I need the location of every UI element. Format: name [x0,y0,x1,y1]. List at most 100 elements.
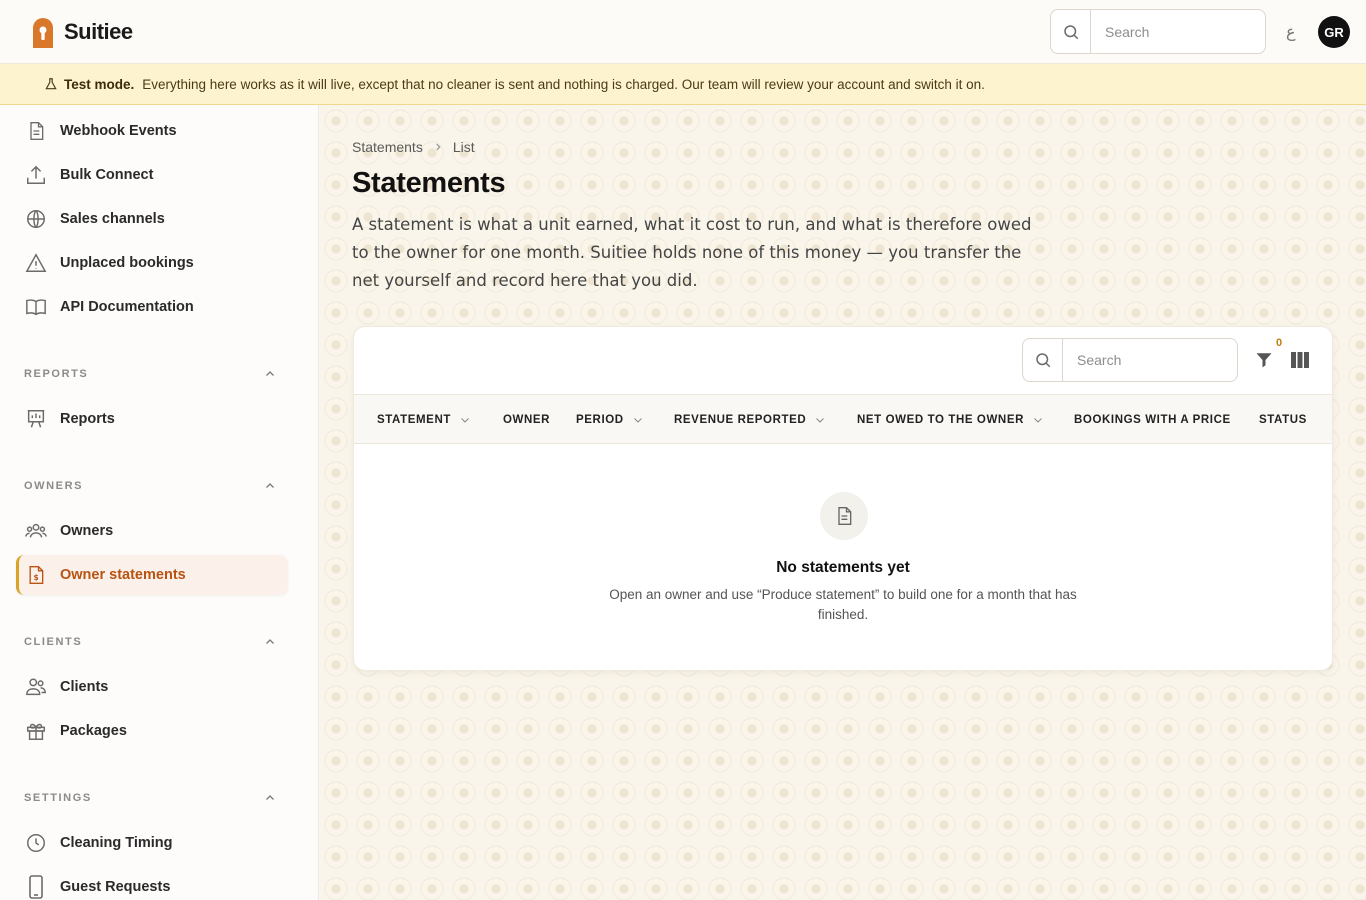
sidebar-item-clients[interactable]: Clients [16,667,288,707]
section-title: OWNERS [24,480,84,492]
filter-button[interactable] [1253,349,1275,371]
gift-icon [24,719,48,743]
table-search-input[interactable] [1063,352,1223,368]
section-header-clients[interactable]: CLIENTS [24,636,276,648]
language-toggle[interactable]: ع [1286,22,1296,42]
sidebar-item-owners[interactable]: Owners [16,511,288,551]
chevron-up-icon[interactable] [264,792,276,804]
search-icon[interactable] [1023,339,1063,381]
banner-label: Test mode. [64,76,135,92]
flask-icon [45,78,57,90]
upload-icon [24,163,48,187]
column-header-period[interactable]: PERIOD [576,395,644,445]
chevron-up-icon[interactable] [264,368,276,380]
sidebar-item-label: API Documentation [60,299,194,315]
sidebar-item-unplaced-bookings[interactable]: Unplaced bookings [16,243,288,283]
sidebar-item-label: Cleaning Timing [60,835,173,851]
sidebar-item-label: Guest Requests [60,879,171,895]
globe-icon [24,207,48,231]
sidebar-item-webhook-events[interactable]: Webhook Events [16,111,288,151]
user-avatar[interactable]: GR [1318,16,1350,48]
section-header-reports[interactable]: REPORTS [24,368,276,380]
warning-icon [24,251,48,275]
document-icon [24,119,48,143]
section-title: SETTINGS [24,792,92,804]
sidebar-item-label: Clients [60,679,109,695]
page-title: Statements [352,167,506,199]
column-header-statement[interactable]: STATEMENT [377,395,471,445]
table-header: STATEMENT OWNER PERIOD REVENUE REPORTED … [354,394,1332,444]
banner-text: Everything here works as it will live, e… [142,76,985,92]
svg-text:$: $ [34,573,39,582]
sidebar-item-reports[interactable]: Reports [16,399,288,439]
sidebar-item-label: Unplaced bookings [60,255,194,271]
table-search[interactable] [1022,338,1238,382]
page-description: A statement is what a unit earned, what … [352,215,1032,290]
section-title: REPORTS [24,368,89,380]
columns-toggle-button[interactable] [1289,349,1311,371]
sidebar-item-label: Owner statements [60,567,186,583]
phone-icon [24,875,48,899]
users-icon [24,519,48,543]
sidebar-item-label: Sales channels [60,211,165,227]
chevron-right-icon [436,143,441,151]
dollar-document-icon: $ [24,563,48,587]
breadcrumb-link-statements[interactable]: Statements [352,139,423,155]
sidebar-item-label: Reports [60,411,115,427]
empty-state-document-icon [820,492,868,540]
breadcrumb: Statements List [352,139,475,155]
column-label: BOOKINGS WITH A PRICE [1074,414,1231,426]
sidebar-item-owner-statements[interactable]: $ Owner statements [16,555,288,595]
global-search[interactable] [1050,9,1266,54]
sidebar-item-sales-channels[interactable]: Sales channels [16,199,288,239]
user-group-icon [24,675,48,699]
column-header-owner[interactable]: OWNER [503,395,550,445]
sidebar-item-label: Bulk Connect [60,167,154,183]
sidebar-item-label: Webhook Events [60,123,177,139]
section-title: CLIENTS [24,636,83,648]
brand-name: Suitiee [64,19,133,44]
filter-icon[interactable] [1255,351,1273,369]
sidebar-item-bulk-connect[interactable]: Bulk Connect [16,155,288,195]
sidebar-item-cleaning-timing[interactable]: Cleaning Timing [16,823,288,863]
column-header-net-owed[interactable]: NET OWED TO THE OWNER [857,395,1044,445]
column-header-status[interactable]: STATUS [1259,395,1307,445]
keyhole-logo-icon [33,18,53,48]
column-label: OWNER [503,414,551,426]
brand-logo[interactable]: Suitiee [30,16,133,48]
column-label: STATEMENT [377,414,451,426]
filter-count-badge: 0 [1276,337,1283,349]
column-label: PERIOD [576,414,624,426]
column-label: REVENUE REPORTED [674,414,807,426]
column-label: NET OWED TO THE OWNER [857,414,1024,426]
column-label: STATUS [1259,414,1307,426]
main-content: Statements List Statements A statement i… [320,105,1366,900]
columns-icon[interactable] [1291,352,1309,368]
chevron-down-icon[interactable] [814,414,826,426]
sidebar-item-label: Packages [60,723,127,739]
column-header-revenue-reported[interactable]: REVENUE REPORTED [674,395,826,445]
clock-icon [24,831,48,855]
empty-state-title: No statements yet [776,559,910,576]
test-mode-banner: Test mode. Everything here works as it w… [0,64,1366,105]
sidebar-item-api-documentation[interactable]: API Documentation [16,287,288,327]
sidebar-item-guest-requests[interactable]: Guest Requests [16,867,288,900]
sidebar: Webhook Events Bulk Connect Sales channe… [0,105,319,900]
sidebar-item-label: Owners [60,523,114,539]
book-icon [24,295,48,319]
global-search-input[interactable] [1091,23,1251,40]
chevron-down-icon[interactable] [632,414,644,426]
chevron-up-icon[interactable] [264,480,276,492]
breadcrumb-current: List [452,139,475,155]
chevron-down-icon[interactable] [1032,414,1044,426]
column-header-bookings-with-price[interactable]: BOOKINGS WITH A PRICE [1074,395,1231,445]
section-header-settings[interactable]: SETTINGS [24,792,276,804]
chevron-down-icon[interactable] [459,414,471,426]
top-bar: Suitiee ع GR [0,0,1366,64]
search-icon[interactable] [1051,10,1091,53]
empty-state-text: Open an owner and use “Produce statement… [609,587,1077,622]
section-header-owners[interactable]: OWNERS [24,480,276,492]
chart-board-icon [24,407,48,431]
chevron-up-icon[interactable] [264,636,276,648]
sidebar-item-packages[interactable]: Packages [16,711,288,751]
